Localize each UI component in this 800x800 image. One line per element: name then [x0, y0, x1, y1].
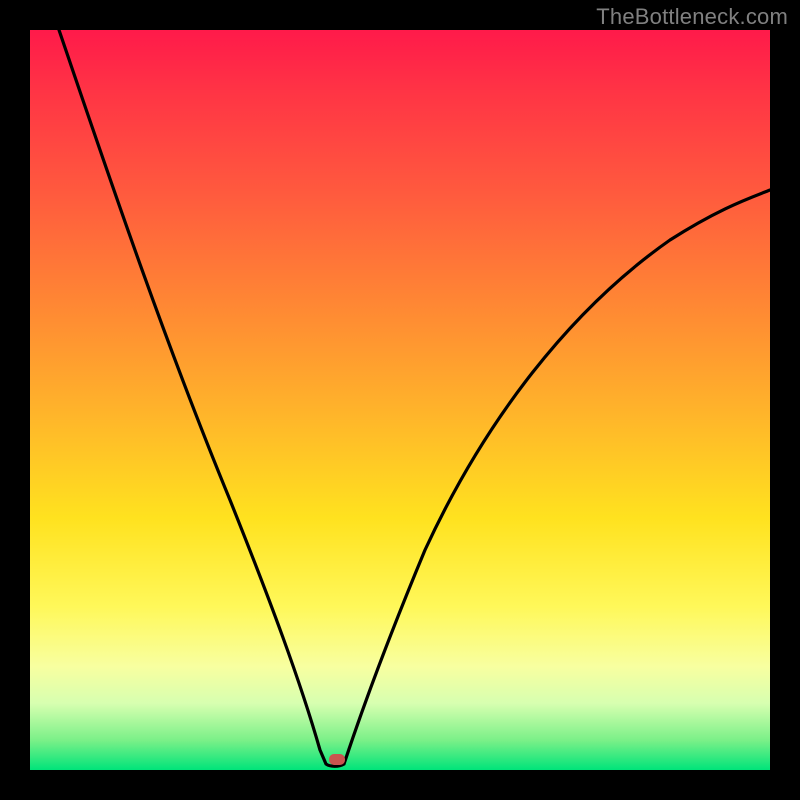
bottleneck-curve [59, 30, 770, 766]
chart-container: TheBottleneck.com [0, 0, 800, 800]
curve-svg [30, 30, 770, 770]
watermark-text: TheBottleneck.com [596, 4, 788, 30]
plot-area [30, 30, 770, 770]
valley-marker [329, 754, 345, 765]
